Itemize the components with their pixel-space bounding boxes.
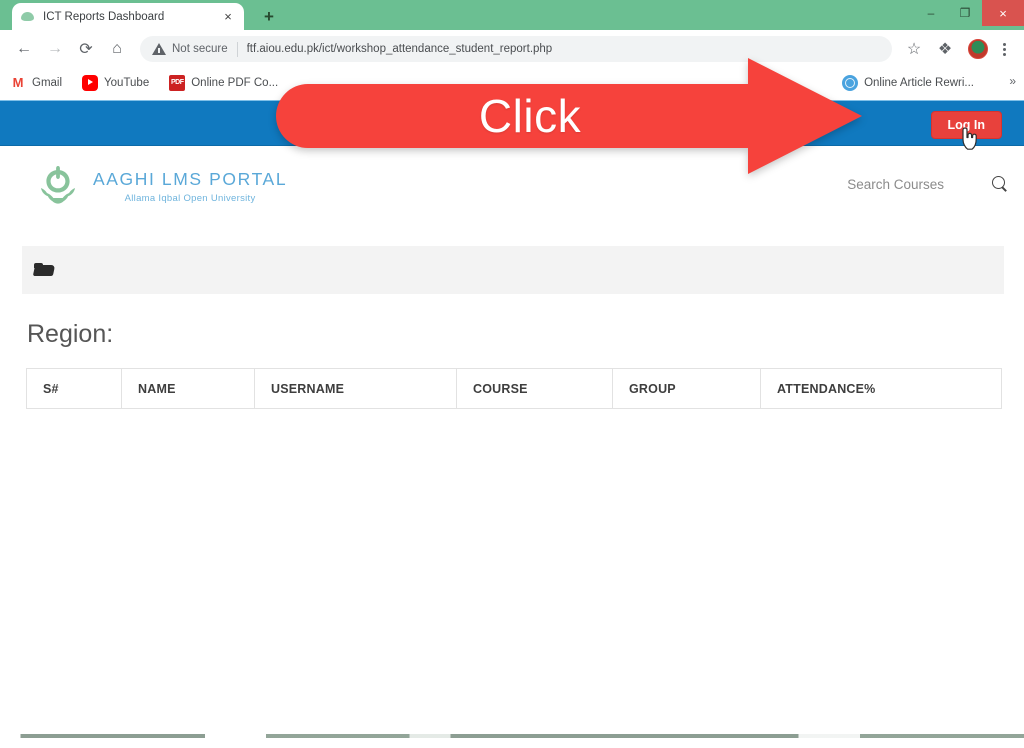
bookmark-label: YouTube — [104, 76, 150, 89]
column-header-name: NAME — [121, 368, 255, 409]
aiou-leaf-icon — [20, 9, 35, 24]
extensions-puzzle-icon[interactable]: ❖ — [931, 35, 959, 63]
bookmark-label: Gmail — [32, 76, 63, 89]
attendance-report-table: S# NAME USERNAME COURSE GROUP ATTENDANCE… — [26, 368, 1002, 409]
forward-icon[interactable]: → — [41, 35, 69, 63]
bookmark-label: Online Article Rewri... — [864, 77, 974, 89]
bookmark-star-icon[interactable]: ☆ — [900, 35, 928, 63]
column-header-username: USERNAME — [254, 368, 457, 409]
column-header-attendance: ATTENDANCE% — [760, 368, 1002, 409]
maximize-button[interactable]: ❐ — [948, 0, 982, 26]
page-title: Region: — [27, 320, 114, 348]
column-header-group: GROUP — [612, 368, 761, 409]
table-header: S# NAME USERNAME COURSE GROUP ATTENDANCE… — [26, 368, 1002, 409]
pdf-icon: PDF — [169, 74, 186, 91]
open-folder-icon[interactable] — [34, 262, 56, 278]
not-secure-warning-icon[interactable] — [152, 42, 166, 56]
search-courses-label: Search Courses — [847, 176, 944, 192]
brand-subtitle: Allama Iqbal Open University — [124, 193, 256, 204]
close-window-button[interactable]: × — [982, 0, 1024, 26]
breadcrumb — [22, 246, 1004, 294]
youtube-icon — [82, 74, 99, 91]
gmail-icon: M — [10, 74, 26, 91]
mouse-cursor — [960, 126, 980, 152]
security-status-label: Not secure — [172, 43, 228, 55]
back-icon[interactable]: ← — [10, 35, 38, 63]
table-header-row: S# NAME USERNAME COURSE GROUP ATTENDANCE… — [26, 368, 1002, 409]
toolbar-actions: ☆ ❖ — [900, 35, 1014, 63]
taskbar-strip — [0, 734, 1024, 738]
search-icon[interactable] — [992, 176, 1008, 192]
window-controls: – ❐ × — [914, 0, 1024, 26]
browser-tab-active[interactable]: ICT Reports Dashboard × — [12, 3, 244, 30]
chrome-menu-icon[interactable] — [994, 42, 1014, 56]
new-tab-button[interactable]: + — [258, 6, 280, 28]
column-header-course: COURSE — [456, 368, 613, 409]
bookmarks-overflow-icon[interactable]: » — [1009, 74, 1016, 88]
click-annotation-label: Click — [478, 90, 582, 142]
bookmark-item-youtube[interactable]: YouTube — [82, 74, 150, 91]
minimize-button[interactable]: – — [914, 0, 948, 26]
reload-icon[interactable]: ⟳ — [72, 35, 100, 63]
bookmarks-bar-right: Online Article Rewri... — [842, 68, 994, 98]
close-tab-icon[interactable]: × — [220, 9, 236, 25]
page-viewport: Log In AAGHI LMS PORTAL Allama Iqbal Ope… — [0, 98, 1024, 738]
column-header-serial: S# — [26, 368, 122, 409]
bookmark-item-gmail[interactable]: M Gmail — [10, 74, 63, 91]
home-icon[interactable]: ⌂ — [103, 35, 131, 63]
globe-icon — [842, 75, 859, 91]
browser-tabstrip: ICT Reports Dashboard × + – ❐ × — [0, 0, 1024, 30]
bookmark-item-online-article-rewriter[interactable]: Online Article Rewri... — [842, 75, 974, 91]
browser-window: ICT Reports Dashboard × + – ❐ × ← → ⟳ ⌂ … — [0, 0, 1024, 748]
address-bar-divider — [236, 41, 238, 57]
course-search[interactable]: Search Courses — [847, 176, 1008, 192]
tab-title: ICT Reports Dashboard — [43, 10, 165, 23]
aiou-crest-logo — [35, 162, 81, 208]
profile-avatar[interactable] — [968, 39, 988, 59]
